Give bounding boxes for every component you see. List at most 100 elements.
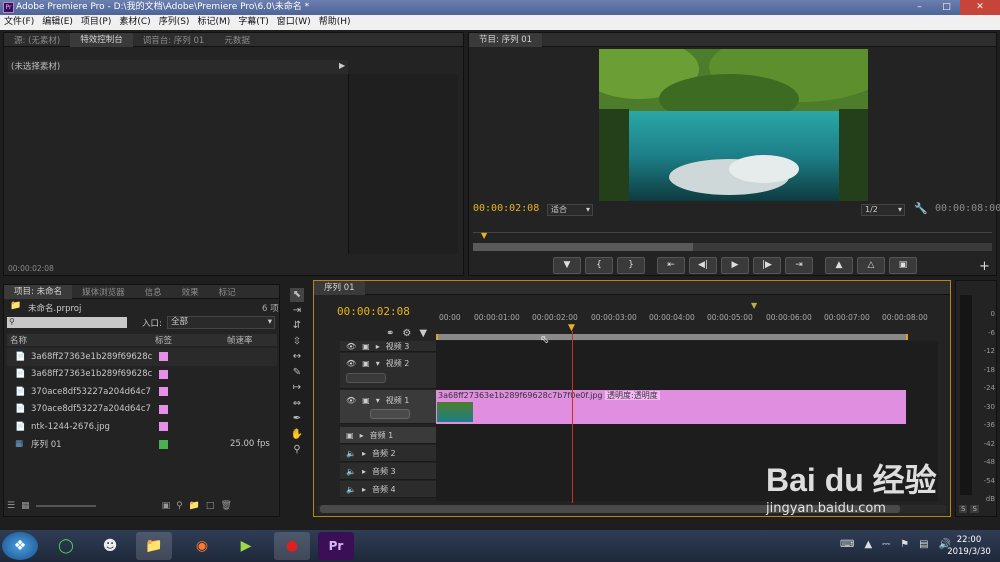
speaker-icon[interactable]: 🔈 xyxy=(346,467,356,476)
list-item[interactable]: 📄 ntk-1244-2676.jpg xyxy=(7,418,277,436)
eye-icon[interactable]: 👁 xyxy=(346,359,356,368)
lift-button[interactable]: ▲ xyxy=(825,257,853,274)
network-icon[interactable]: ▤ xyxy=(919,539,928,550)
delete-icon[interactable]: 🗑 xyxy=(220,501,231,511)
timeline-ruler[interactable]: 00:00 00:00:01:00 00:00:02:00 00:00:03:0… xyxy=(436,301,948,340)
program-current-time[interactable]: 00:00:02:08 xyxy=(473,203,539,214)
clock[interactable]: 22:00 2019/3/30 xyxy=(945,534,993,558)
snap-icon[interactable]: ⚭ xyxy=(386,328,394,339)
keyboard-icon[interactable]: ⌨ xyxy=(840,539,854,550)
slide-tool-icon[interactable]: ⇔ xyxy=(290,397,304,411)
add-marker-icon[interactable]: ▼ xyxy=(419,328,427,339)
tab-effect-controls[interactable]: 特效控制台 xyxy=(70,32,133,47)
menu-help[interactable]: 帮助(H) xyxy=(315,15,355,30)
list-item[interactable]: ▦ 序列 01 25.00 fps xyxy=(7,436,277,454)
tab-markers[interactable]: 标记 xyxy=(209,286,246,298)
list-item[interactable]: 📄 3a68ff27363e1b289f69628c xyxy=(7,366,277,384)
flag-icon[interactable]: ⚑ xyxy=(900,539,909,550)
tab-source[interactable]: 源: (无素材) xyxy=(4,34,70,46)
rolling-edit-tool-icon[interactable]: ⇳ xyxy=(290,335,304,349)
list-item[interactable]: 📄 3a68ff27363e1b289f69628c xyxy=(7,348,277,366)
wrench-icon[interactable]: 🔧 xyxy=(914,202,928,215)
in-filter-dropdown[interactable]: 全部 ▾ xyxy=(167,316,275,329)
tab-audio-mixer[interactable]: 调音台: 序列 01 xyxy=(133,34,215,46)
zoom-fit-dropdown[interactable]: 适合 ▾ xyxy=(547,204,593,216)
menu-title[interactable]: 字幕(T) xyxy=(234,15,273,30)
search-input[interactable] xyxy=(7,317,127,328)
taskbar-360-icon[interactable]: ◯ xyxy=(48,532,84,560)
sequence-marker-icon[interactable]: ⚙ xyxy=(402,328,411,339)
tab-info[interactable]: 信息 xyxy=(135,286,172,298)
add-button-icon[interactable]: + xyxy=(979,259,990,274)
taskbar-recorder-icon[interactable]: ● xyxy=(274,532,310,560)
step-back-button[interactable]: ◀| xyxy=(689,257,717,274)
go-to-in-button[interactable]: ⇤ xyxy=(657,257,685,274)
list-view-icon[interactable]: ☰ xyxy=(7,501,15,511)
work-area-bar[interactable] xyxy=(436,334,908,340)
mark-out-button[interactable]: } xyxy=(617,257,645,274)
ripple-edit-tool-icon[interactable]: ⇵ xyxy=(290,319,304,333)
new-bin-icon[interactable]: 📁 xyxy=(189,501,200,511)
extract-button[interactable]: △ xyxy=(857,257,885,274)
program-ruler[interactable] xyxy=(473,225,992,233)
usb-icon[interactable]: ⎓ xyxy=(882,539,890,550)
tab-metadata[interactable]: 元数据 xyxy=(214,34,260,46)
taskbar-qq-icon[interactable]: ☻ xyxy=(92,532,128,560)
tab-project[interactable]: 项目: 未命名 xyxy=(4,284,73,299)
zoom-slider[interactable] xyxy=(35,505,96,507)
menu-window[interactable]: 窗口(W) xyxy=(273,15,315,30)
automate-icon[interactable]: ▣ xyxy=(162,501,171,511)
mark-in-button[interactable]: { xyxy=(585,257,613,274)
tab-program[interactable]: 节目: 序列 01 xyxy=(469,32,543,47)
go-to-out-button[interactable]: ⇥ xyxy=(785,257,813,274)
taskbar-firefox-icon[interactable]: ◉ xyxy=(184,532,220,560)
menu-project[interactable]: 项目(P) xyxy=(77,15,115,30)
hand-tool-icon[interactable]: ✋ xyxy=(290,428,304,442)
slip-tool-icon[interactable]: ↦ xyxy=(290,381,304,395)
icon-view-icon[interactable]: ▦ xyxy=(21,501,30,511)
resolution-dropdown[interactable]: 1/2 ▾ xyxy=(861,204,905,216)
find-icon[interactable]: ⚲ xyxy=(176,501,183,511)
zoom-tool-icon[interactable]: ⚲ xyxy=(290,443,304,457)
play-button[interactable]: ▶ xyxy=(721,257,749,274)
new-item-icon[interactable]: □ xyxy=(206,501,215,511)
export-frame-button[interactable]: ▣ xyxy=(889,257,917,274)
menu-sequence[interactable]: 序列(S) xyxy=(155,15,194,30)
razor-tool-icon[interactable]: ✎ xyxy=(290,366,304,380)
minimize-button[interactable]: – xyxy=(906,0,933,15)
maximize-button[interactable]: □ xyxy=(933,0,960,15)
expand-arrow-icon[interactable]: ▶ xyxy=(339,61,345,70)
menu-file[interactable]: 文件(F) xyxy=(0,15,38,30)
speaker-icon[interactable]: 🔈 xyxy=(346,449,356,458)
column-fps[interactable]: 帧速率 xyxy=(227,334,277,346)
eye-icon[interactable]: 👁 xyxy=(346,396,356,405)
start-button[interactable]: ❖ xyxy=(2,532,38,560)
tab-effects[interactable]: 效果 xyxy=(172,286,209,298)
taskbar-premiere-icon[interactable]: Pr xyxy=(318,532,354,560)
list-item[interactable]: 📄 370ace8df53227a204d64c7 xyxy=(7,383,277,401)
list-item[interactable]: 📄 370ace8df53227a204d64c7 xyxy=(7,401,277,419)
rate-stretch-tool-icon[interactable]: ↔ xyxy=(290,350,304,364)
program-playhead[interactable]: ▼ xyxy=(481,231,487,240)
tab-sequence[interactable]: 序列 01 xyxy=(314,280,365,295)
taskbar-explorer-icon[interactable]: 📁 xyxy=(136,532,172,560)
eye-icon[interactable]: 👁 xyxy=(346,342,356,351)
add-marker-button[interactable]: ▼ xyxy=(553,257,581,274)
playhead-line[interactable] xyxy=(572,331,573,503)
close-button[interactable]: ✕ xyxy=(960,0,1000,15)
menu-edit[interactable]: 编辑(E) xyxy=(38,15,77,30)
program-zoom-bar[interactable] xyxy=(473,243,992,251)
step-forward-button[interactable]: |▶ xyxy=(753,257,781,274)
column-label[interactable]: 标签 xyxy=(155,334,227,346)
track-select-tool-icon[interactable]: ⇥ xyxy=(290,304,304,318)
menu-marker[interactable]: 标记(M) xyxy=(193,15,234,30)
menu-clip[interactable]: 素材(C) xyxy=(115,15,154,30)
tab-media-browser[interactable]: 媒体浏览器 xyxy=(72,286,135,298)
selection-tool-icon[interactable]: ⬉ xyxy=(290,288,304,302)
timeline-timecode[interactable]: 00:00:02:08 xyxy=(337,305,410,318)
speaker-icon[interactable]: 🔈 xyxy=(346,485,356,494)
column-name[interactable]: 名称 xyxy=(7,334,155,346)
video-clip[interactable]: 3a68ff27363e1b289f69628c7b7f0e0f.jpg 透明度… xyxy=(436,390,906,424)
pen-tool-icon[interactable]: ✒ xyxy=(290,412,304,426)
tray-arrow-icon[interactable]: ▲ xyxy=(864,539,872,550)
